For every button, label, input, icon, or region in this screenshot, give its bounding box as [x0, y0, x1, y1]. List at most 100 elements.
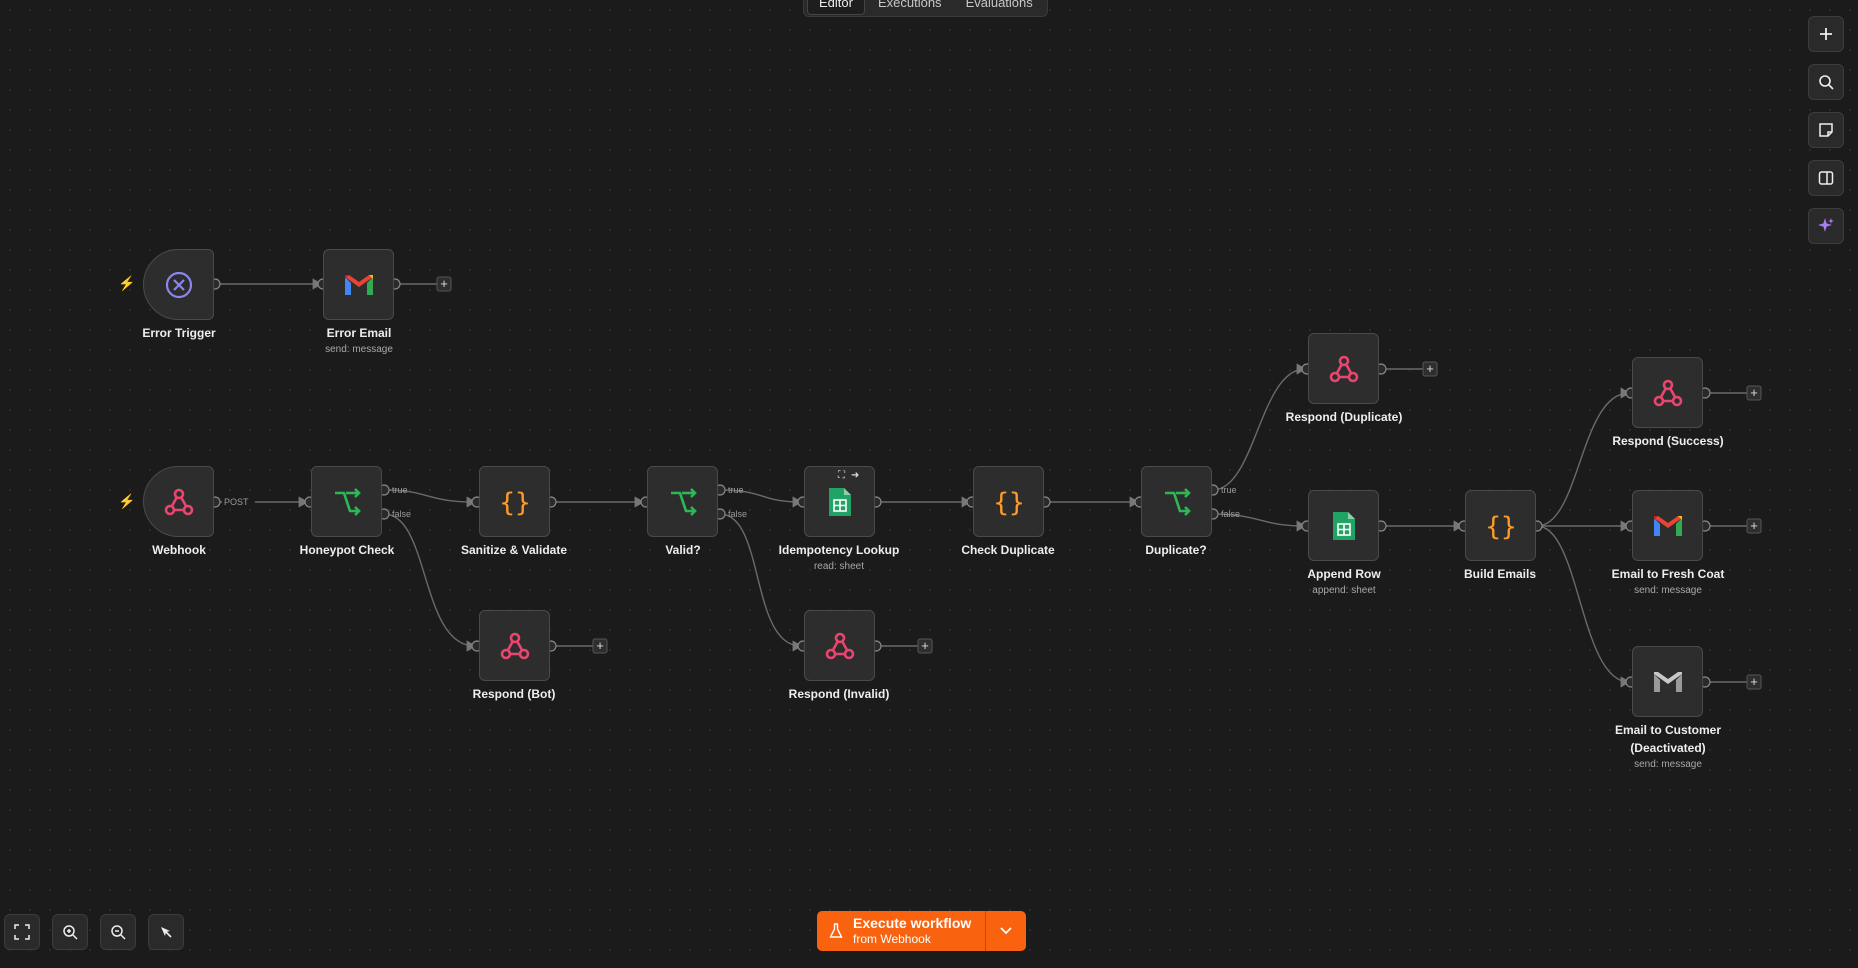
edge-buildemails-respondsuccess[interactable] — [1536, 387, 1631, 527]
gmail-icon — [344, 274, 373, 295]
flask-icon — [829, 923, 843, 938]
svg-text:{}: {} — [994, 488, 1024, 517]
if-branch-icon — [334, 487, 361, 516]
node-error-email[interactable] — [323, 249, 394, 320]
node-label: Respond (Duplicate) — [1285, 410, 1403, 424]
gmail-deactivated-icon — [1653, 671, 1682, 692]
svg-text:+: + — [1750, 518, 1758, 533]
zoom-in-button[interactable] — [52, 914, 88, 950]
node-label: Check Duplicate — [961, 543, 1055, 557]
node-check-duplicate[interactable]: {} — [973, 466, 1044, 537]
sticky-note-icon — [1819, 123, 1833, 137]
webhook-icon — [1329, 355, 1358, 382]
code-braces-icon: {} — [500, 488, 530, 517]
add-node-button[interactable] — [1808, 16, 1844, 52]
panel-icon — [1818, 171, 1834, 185]
tidy-up-icon — [161, 927, 172, 938]
execute-subtitle: from Webhook — [853, 932, 931, 946]
execute-workflow-button[interactable]: Execute workflow from Webhook — [817, 911, 986, 951]
execute-workflow-group: Execute workflow from Webhook — [817, 911, 1027, 951]
svg-text:+: + — [596, 638, 604, 653]
node-label: Respond (Invalid) — [788, 687, 890, 701]
edge-honeypot-respondbot[interactable] — [383, 513, 477, 652]
edge-duplicate-respondduplicate[interactable] — [1212, 363, 1307, 491]
node-label: Error Email send: message — [325, 326, 393, 355]
code-braces-icon: {} — [994, 488, 1024, 517]
svg-text:+: + — [1750, 674, 1758, 689]
if-branch-icon — [670, 487, 697, 516]
node-respond-duplicate[interactable] — [1308, 333, 1379, 404]
node-respond-success[interactable] — [1632, 357, 1703, 428]
tidy-up-button[interactable] — [148, 914, 184, 950]
webhook-icon — [825, 632, 854, 659]
zoom-out-icon — [111, 925, 126, 940]
node-error-trigger[interactable] — [143, 249, 214, 320]
svg-text:+: + — [921, 638, 929, 653]
node-email-customer-deactivated[interactable] — [1632, 646, 1703, 717]
execute-title: Execute workflow — [853, 915, 972, 931]
node-honeypot-check[interactable] — [311, 466, 382, 537]
node-webhook[interactable] — [143, 466, 214, 537]
edge-label-false: false — [1221, 509, 1240, 519]
sticky-note-button[interactable] — [1808, 112, 1844, 148]
error-trigger-icon — [165, 271, 192, 298]
node-label: Valid? — [665, 543, 701, 557]
node-valid[interactable] — [647, 466, 718, 537]
ai-assistant-button[interactable] — [1808, 208, 1844, 244]
edge-label-true: true — [1221, 485, 1237, 495]
node-sanitize-validate[interactable]: {} — [479, 466, 550, 537]
webhook-icon — [500, 632, 529, 659]
arrow-right-icon[interactable]: ➜ — [851, 470, 859, 484]
node-respond-invalid[interactable] — [804, 610, 875, 681]
expand-icon[interactable]: ⛶ — [838, 470, 845, 484]
edge-label-post: POST — [224, 497, 249, 507]
node-label: Respond (Success) — [1612, 434, 1724, 448]
node-respond-bot[interactable] — [479, 610, 550, 681]
fit-view-button[interactable] — [4, 914, 40, 950]
fit-view-icon — [14, 924, 30, 940]
trigger-bolt-icon: ⚡ — [118, 275, 136, 291]
view-tabs: Editor Executions Evaluations — [803, 0, 1048, 17]
search-button[interactable] — [1808, 64, 1844, 100]
node-label: Build Emails — [1463, 567, 1537, 581]
svg-text:{}: {} — [1486, 512, 1516, 541]
node-label: Duplicate? — [1145, 543, 1207, 557]
plus-icon — [1820, 28, 1832, 40]
ai-sparkle-icon — [1818, 218, 1834, 232]
edge-buildemails-emailcustomer[interactable] — [1536, 525, 1631, 688]
edge-valid-respondinvalid[interactable] — [719, 513, 803, 652]
trigger-bolt-icon: ⚡ — [118, 493, 136, 509]
node-label: Idempotency Lookup read: sheet — [778, 543, 900, 572]
add-node-handles[interactable]: + + + + + + + — [436, 276, 1762, 690]
svg-text:+: + — [440, 276, 448, 291]
node-build-emails[interactable]: {} — [1465, 490, 1536, 561]
node-email-fresh-coat[interactable] — [1632, 490, 1703, 561]
node-label: Honeypot Check — [299, 543, 395, 557]
node-label: Append Row append: sheet — [1307, 567, 1381, 596]
gmail-icon — [1653, 515, 1682, 536]
webhook-icon — [164, 488, 193, 515]
node-hover-actions: ⛶ ➜ — [838, 470, 874, 484]
zoom-out-button[interactable] — [100, 914, 136, 950]
node-label: Webhook — [152, 543, 206, 557]
tab-evaluations[interactable]: Evaluations — [955, 0, 1044, 14]
node-label: Error Trigger — [142, 326, 216, 340]
svg-text:+: + — [1750, 385, 1758, 400]
execute-options-dropdown[interactable] — [986, 911, 1027, 951]
node-label: Email to Customer (Deactivated) send: mess… — [1614, 723, 1722, 770]
google-sheets-icon — [1332, 511, 1355, 540]
toggle-panel-button[interactable] — [1808, 160, 1844, 196]
edge-label-false: false — [728, 509, 747, 519]
node-label: Sanitize & Validate — [460, 543, 568, 557]
node-label: Email to Fresh Coat send: message — [1611, 567, 1725, 596]
tab-executions[interactable]: Executions — [867, 0, 953, 14]
google-sheets-icon — [828, 487, 851, 516]
zoom-in-icon — [63, 925, 78, 940]
svg-text:+: + — [1426, 361, 1434, 376]
edge-label-true: true — [392, 485, 408, 495]
tab-editor[interactable]: Editor — [807, 0, 865, 15]
workflow-canvas[interactable]: + + + + + + + POST true false true false… — [0, 0, 1858, 968]
node-append-row[interactable] — [1308, 490, 1379, 561]
node-label: Respond (Bot) — [472, 687, 556, 701]
node-duplicate[interactable] — [1141, 466, 1212, 537]
